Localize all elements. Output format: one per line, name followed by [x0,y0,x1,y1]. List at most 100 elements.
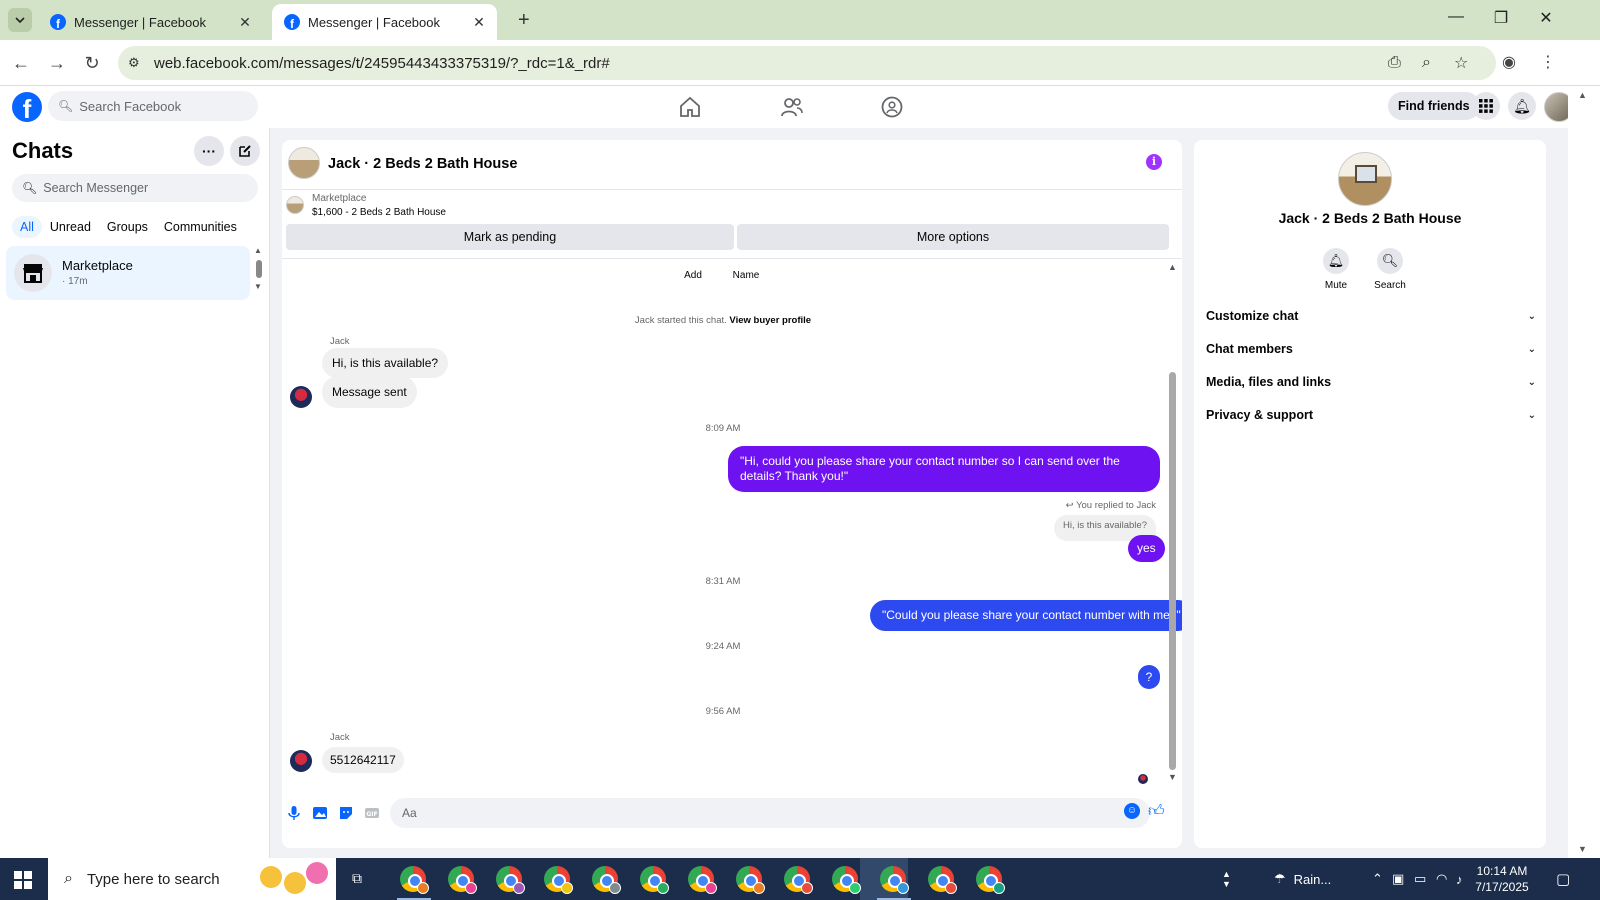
chat-list-item-marketplace[interactable]: Marketplace · 17m [6,246,250,300]
restore-icon[interactable]: ❐ [1489,8,1513,28]
filter-unread[interactable]: Unread [42,216,99,238]
close-window-icon[interactable]: ✕ [1534,8,1558,28]
find-friends-button[interactable]: Find friends [1388,92,1480,120]
groups-icon[interactable] [880,96,904,118]
taskbar-search-input[interactable]: ⌕ Type here to search [48,858,336,900]
scrollbar-thumb[interactable] [256,260,262,278]
close-tab-icon[interactable]: ✕ [471,14,487,31]
notification-center-icon[interactable]: ▢ [1556,858,1570,900]
scroll-up-icon[interactable]: ▲ [1168,262,1177,272]
listing-profile-image[interactable] [1338,152,1392,206]
chrome-icon[interactable] [784,866,813,894]
add-action-label[interactable]: Add [673,270,713,281]
facebook-search-input[interactable]: 🔍︎ Search Facebook [48,91,258,121]
reload-icon[interactable]: ↻ [81,52,103,74]
name-action-label[interactable]: Name [726,270,766,281]
zoom-icon[interactable]: ⌕ [1422,46,1431,80]
privacy-support-section[interactable]: Privacy & support ⌄ [1206,400,1536,430]
install-app-icon[interactable]: ⎙ [1388,46,1401,80]
outgoing-message[interactable]: yes [1128,535,1165,562]
incoming-message[interactable]: 5512642117 [322,747,404,773]
filter-groups[interactable]: Groups [99,216,156,238]
messenger-search-input[interactable]: 🔍︎ Search Messenger [12,174,258,202]
customize-chat-section[interactable]: Customize chat ⌄ [1206,301,1536,331]
microphone-icon[interactable] [286,805,302,821]
notifications-bell-icon[interactable]: 🔔︎ [1508,92,1536,120]
filter-communities[interactable]: Communities [156,216,245,238]
weather-widget[interactable]: ☂ Rain... [1274,858,1331,900]
message-input[interactable]: Aa [390,798,1150,828]
tray-scroll-arrows[interactable]: ▲ ▼ [1222,858,1231,900]
site-settings-icon[interactable]: ⚙ [128,55,146,71]
chrome-icon[interactable] [976,866,1005,894]
chrome-icon[interactable] [592,866,621,894]
battery-icon[interactable]: ▭ [1414,858,1426,900]
chrome-icon[interactable] [544,866,573,894]
listing-thumbnail[interactable] [288,147,320,179]
menu-grid-icon[interactable] [1472,92,1500,120]
browser-tab-1[interactable]: f Messenger | Facebook ✕ [38,4,263,40]
task-view-icon[interactable]: ⧉ [352,870,370,888]
windows-start-icon[interactable] [14,871,32,889]
back-icon[interactable]: ← [10,52,32,74]
mute-button[interactable]: 🔔︎ Mute [1306,248,1366,291]
chrome-icon[interactable] [880,866,909,894]
sidebar-scrollbar[interactable]: ▲ ▼ [254,246,264,296]
incoming-message[interactable]: Message sent [322,376,417,408]
info-icon[interactable]: i [1146,154,1162,170]
gif-icon[interactable]: GIF [364,805,380,821]
address-bar[interactable]: ⚙ web.facebook.com/messages/t/2459544343… [118,46,1496,80]
minimize-icon[interactable]: — [1444,8,1468,26]
chrome-icon[interactable] [496,866,525,894]
browser-tab-2-active[interactable]: f Messenger | Facebook ✕ [272,4,497,40]
jack-avatar[interactable] [290,750,312,772]
device-icon[interactable]: ▣ [1392,858,1404,900]
outgoing-message[interactable]: "Hi, could you please share your contact… [728,446,1160,492]
emoji-icon[interactable]: ☺ [1124,803,1140,819]
chrome-icon[interactable] [688,866,717,894]
scroll-down-icon[interactable]: ▼ [254,282,262,291]
new-tab-button[interactable]: + [518,8,530,32]
chrome-icon[interactable] [448,866,477,894]
search-in-chat-button[interactable]: 🔍︎ Search [1360,248,1420,291]
chrome-icon[interactable] [640,866,669,894]
scroll-down-icon[interactable]: ▼ [1168,772,1177,782]
like-thumb-icon[interactable]: 👍︎ [1148,802,1165,821]
mark-as-pending-button[interactable]: Mark as pending [286,224,734,250]
facebook-logo[interactable]: f [12,92,42,122]
chrome-icon[interactable] [400,866,429,894]
conversation-title[interactable]: Jack · 2 Beds 2 Bath House [328,156,517,172]
page-scrollbar[interactable]: ▲ ▼ [1568,86,1600,858]
chrome-icon[interactable] [928,866,957,894]
bookmark-star-icon[interactable]: ☆ [1454,46,1468,80]
browser-menu-icon[interactable]: ⋮ [1540,52,1556,72]
tab-search-button[interactable] [8,8,32,32]
chat-members-section[interactable]: Chat members ⌄ [1206,334,1536,364]
sticker-icon[interactable] [338,805,354,821]
view-buyer-profile-link[interactable]: View buyer profile [729,315,811,326]
scroll-down-icon[interactable]: ▼ [1578,844,1587,854]
filter-all[interactable]: All [12,216,42,238]
media-files-links-section[interactable]: Media, files and links ⌄ [1206,367,1536,397]
photo-icon[interactable] [312,805,328,821]
chrome-icon[interactable] [832,866,861,894]
clock[interactable]: 10:14 AM 7/17/2025 [1462,863,1542,895]
new-message-button[interactable] [230,136,260,166]
outgoing-message[interactable]: ? [1138,665,1160,689]
home-icon[interactable] [678,96,702,118]
profile-icon[interactable]: ◉ [1502,52,1516,72]
chrome-icon[interactable] [736,866,765,894]
more-options-button[interactable]: More options [737,224,1169,250]
show-hidden-icons-chevron-icon[interactable]: ⌃ [1372,858,1383,900]
incoming-message[interactable]: Hi, is this available? [322,348,449,378]
scroll-up-icon[interactable]: ▲ [254,246,262,255]
close-tab-icon[interactable]: ✕ [237,14,253,31]
scrollbar-thumb[interactable] [1169,372,1176,770]
friends-icon[interactable] [780,96,804,118]
chats-options-button[interactable]: ··· [194,136,224,166]
forward-icon[interactable]: → [46,52,68,74]
wifi-icon[interactable]: ◠ [1436,858,1447,900]
conversation-scrollbar[interactable]: ▲ ▼ [1164,258,1182,788]
jack-avatar[interactable] [290,386,312,408]
outgoing-message[interactable]: "Could you please share your contact num… [870,600,1182,631]
